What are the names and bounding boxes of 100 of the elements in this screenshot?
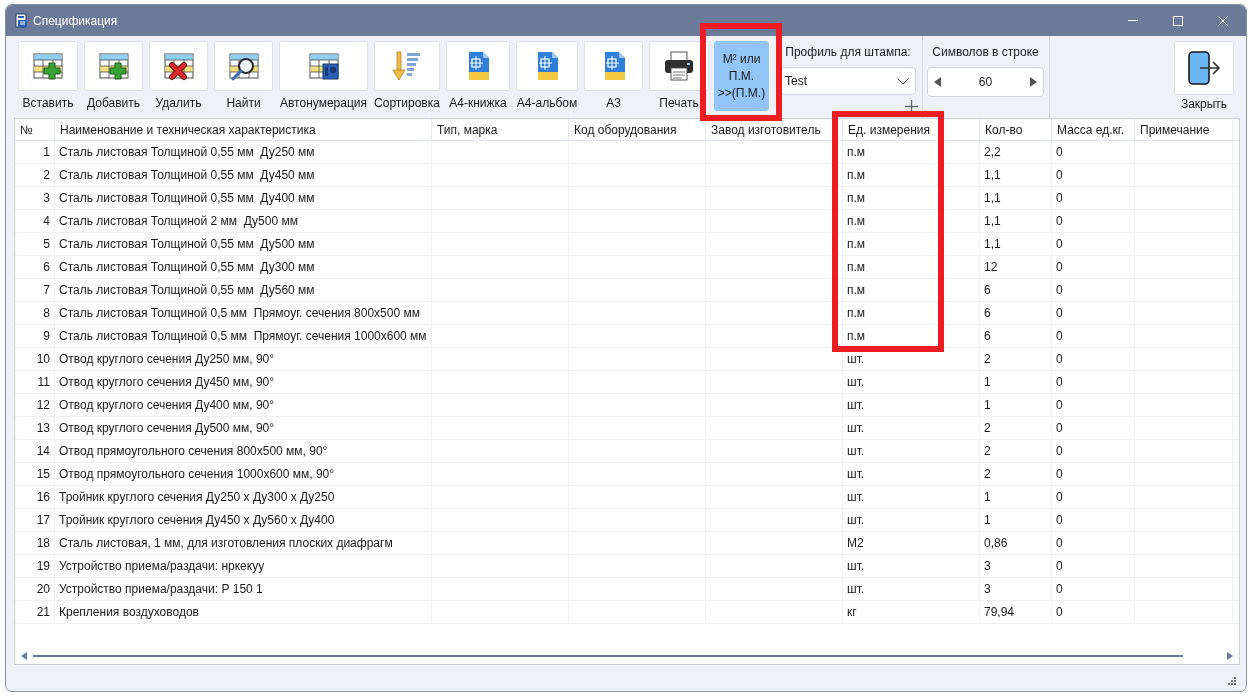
table-cell: Сталь листовая Толщиной 0,5 мм Прямоуг. сечения 800х500 мм: [55, 302, 432, 324]
row-number: 4: [15, 210, 55, 232]
printer-icon: [663, 50, 695, 82]
table-cell: п.м: [843, 325, 980, 347]
column-header[interactable]: Наименование и техническая характеристика: [55, 119, 432, 140]
table-cell: шт.: [843, 578, 980, 600]
row-number: 7: [15, 279, 55, 301]
table-cell: п.м: [843, 256, 980, 278]
table-cell: 0: [1052, 279, 1135, 301]
table-cell: шт.: [843, 348, 980, 370]
table-cell: Сталь листовая Толщиной 0,55 мм Ду300 мм: [55, 256, 432, 278]
unit-mode-button[interactable]: М² или П.М. >>(П.М.): [714, 41, 769, 111]
table-cell: 2,2: [980, 141, 1052, 163]
column-header[interactable]: Масса ед.кг.: [1052, 119, 1135, 140]
table-cell: шт.: [843, 417, 980, 439]
row-number: 9: [15, 325, 55, 347]
table-cell: 2: [980, 417, 1052, 439]
table-cell: Отвод круглого сечения Ду400 мм, 90°: [55, 394, 432, 416]
table-cell: 1: [980, 486, 1052, 508]
table-search-icon: [227, 50, 260, 82]
field-label: Символов в строке: [931, 44, 1040, 60]
table-cell: 0: [1052, 302, 1135, 324]
increment-icon[interactable]: [1030, 77, 1037, 87]
table-cell: 0: [1052, 532, 1135, 554]
row-number: 5: [15, 233, 55, 255]
table-cell: Сталь листовая Толщиной 0,55 мм Ду400 мм: [55, 187, 432, 209]
column-header[interactable]: Тип, марка: [432, 119, 569, 140]
row-number: 18: [15, 532, 55, 554]
row-number: 12: [15, 394, 55, 416]
table-cell: Отвод прямоугольного сечения 1000х600 мм, 90°: [55, 463, 432, 485]
table-cell: 0: [1052, 371, 1135, 393]
table-cell: 0: [1052, 394, 1135, 416]
column-header[interactable]: Код оборудования: [569, 119, 706, 140]
number-spinner[interactable]: 60: [927, 67, 1044, 97]
table-cell: Сталь листовая, 1 мм, для изготовления плоских диафрагм: [55, 532, 432, 554]
scrollbar-thumb[interactable]: [33, 654, 1183, 657]
row-number: 19: [15, 555, 55, 577]
table-cell: Сталь листовая Толщиной 0,55 мм Ду500 мм: [55, 233, 432, 255]
minimize-icon: [1127, 20, 1138, 21]
add-icon[interactable]: [905, 100, 918, 113]
chevron-down-icon: [897, 77, 909, 85]
table-cell: 0: [1052, 486, 1135, 508]
profile-dropdown[interactable]: Test: [780, 67, 916, 95]
table-cell: Тройник круглого сечения Ду450 х Ду560 х Ду400: [55, 509, 432, 531]
table-number-icon: [307, 50, 340, 82]
table-cell: 1,1: [980, 164, 1052, 186]
table-cell: 1: [980, 371, 1052, 393]
table-cell: 1: [980, 394, 1052, 416]
row-number: 15: [15, 463, 55, 485]
table-cell: п.м: [843, 233, 980, 255]
scroll-left-icon[interactable]: [21, 651, 27, 660]
table-cell: п.м: [843, 187, 980, 209]
row-number: 20: [15, 578, 55, 600]
table-cell: 6: [980, 279, 1052, 301]
table-cell: Отвод прямоугольного сечения 800х500 мм, 90°: [55, 440, 432, 462]
table-cell: 0: [1052, 578, 1135, 600]
table-cell: 3: [980, 555, 1052, 577]
table-cell: Сталь листовая Толщиной 0,5 мм Прямоуг. сечения 1000х600 мм: [55, 325, 432, 347]
table-cell: 0: [1052, 463, 1135, 485]
row-number: 17: [15, 509, 55, 531]
table-cell: кг: [843, 601, 980, 623]
column-header[interactable]: Кол-во: [980, 119, 1052, 140]
table-cell: Тройник круглого сечения Ду250 х Ду300 х Ду250: [55, 486, 432, 508]
table-cell: 6: [980, 325, 1052, 347]
close-icon: [1217, 15, 1228, 26]
table-cell: шт.: [843, 394, 980, 416]
table-cell: 1: [980, 509, 1052, 531]
table-cell: 0: [1052, 141, 1135, 163]
decrement-icon[interactable]: [934, 77, 941, 87]
table-cell: Сталь листовая Толщиной 0,55 мм Ду250 мм: [55, 141, 432, 163]
table-cell: 0: [1052, 210, 1135, 232]
column-header[interactable]: Примечание: [1135, 119, 1233, 140]
sort-icon: [391, 50, 423, 82]
scroll-right-icon[interactable]: [1227, 651, 1233, 660]
table-cell: шт.: [843, 509, 980, 531]
table-cell: Отвод круглого сечения Ду450 мм, 90°: [55, 371, 432, 393]
resize-grip-icon[interactable]: [1228, 677, 1236, 685]
window-title: Спецификация: [33, 12, 118, 30]
table-cell: 0: [1052, 325, 1135, 347]
column-header[interactable]: Ед. измерения: [843, 119, 980, 140]
table-cell: 2: [980, 348, 1052, 370]
column-header[interactable]: №: [15, 119, 55, 140]
table-cell: 0: [1052, 417, 1135, 439]
table-cell: 0: [1052, 164, 1135, 186]
table-cell: Отвод круглого сечения Ду250 мм, 90°: [55, 348, 432, 370]
maximize-icon: [1172, 15, 1183, 26]
row-number: 14: [15, 440, 55, 462]
table-cell: шт.: [843, 371, 980, 393]
table-cell: п.м: [843, 302, 980, 324]
table-cell: шт.: [843, 463, 980, 485]
table-cell: 3: [980, 578, 1052, 600]
exit-icon: [1187, 50, 1221, 86]
row-number: 8: [15, 302, 55, 324]
table-cell: М2: [843, 532, 980, 554]
row-number: 6: [15, 256, 55, 278]
row-number: 11: [15, 371, 55, 393]
column-header[interactable]: Завод изготовитель: [706, 119, 843, 140]
row-number: 16: [15, 486, 55, 508]
table-cell: 1,1: [980, 210, 1052, 232]
table-plus-icon: [32, 50, 64, 82]
